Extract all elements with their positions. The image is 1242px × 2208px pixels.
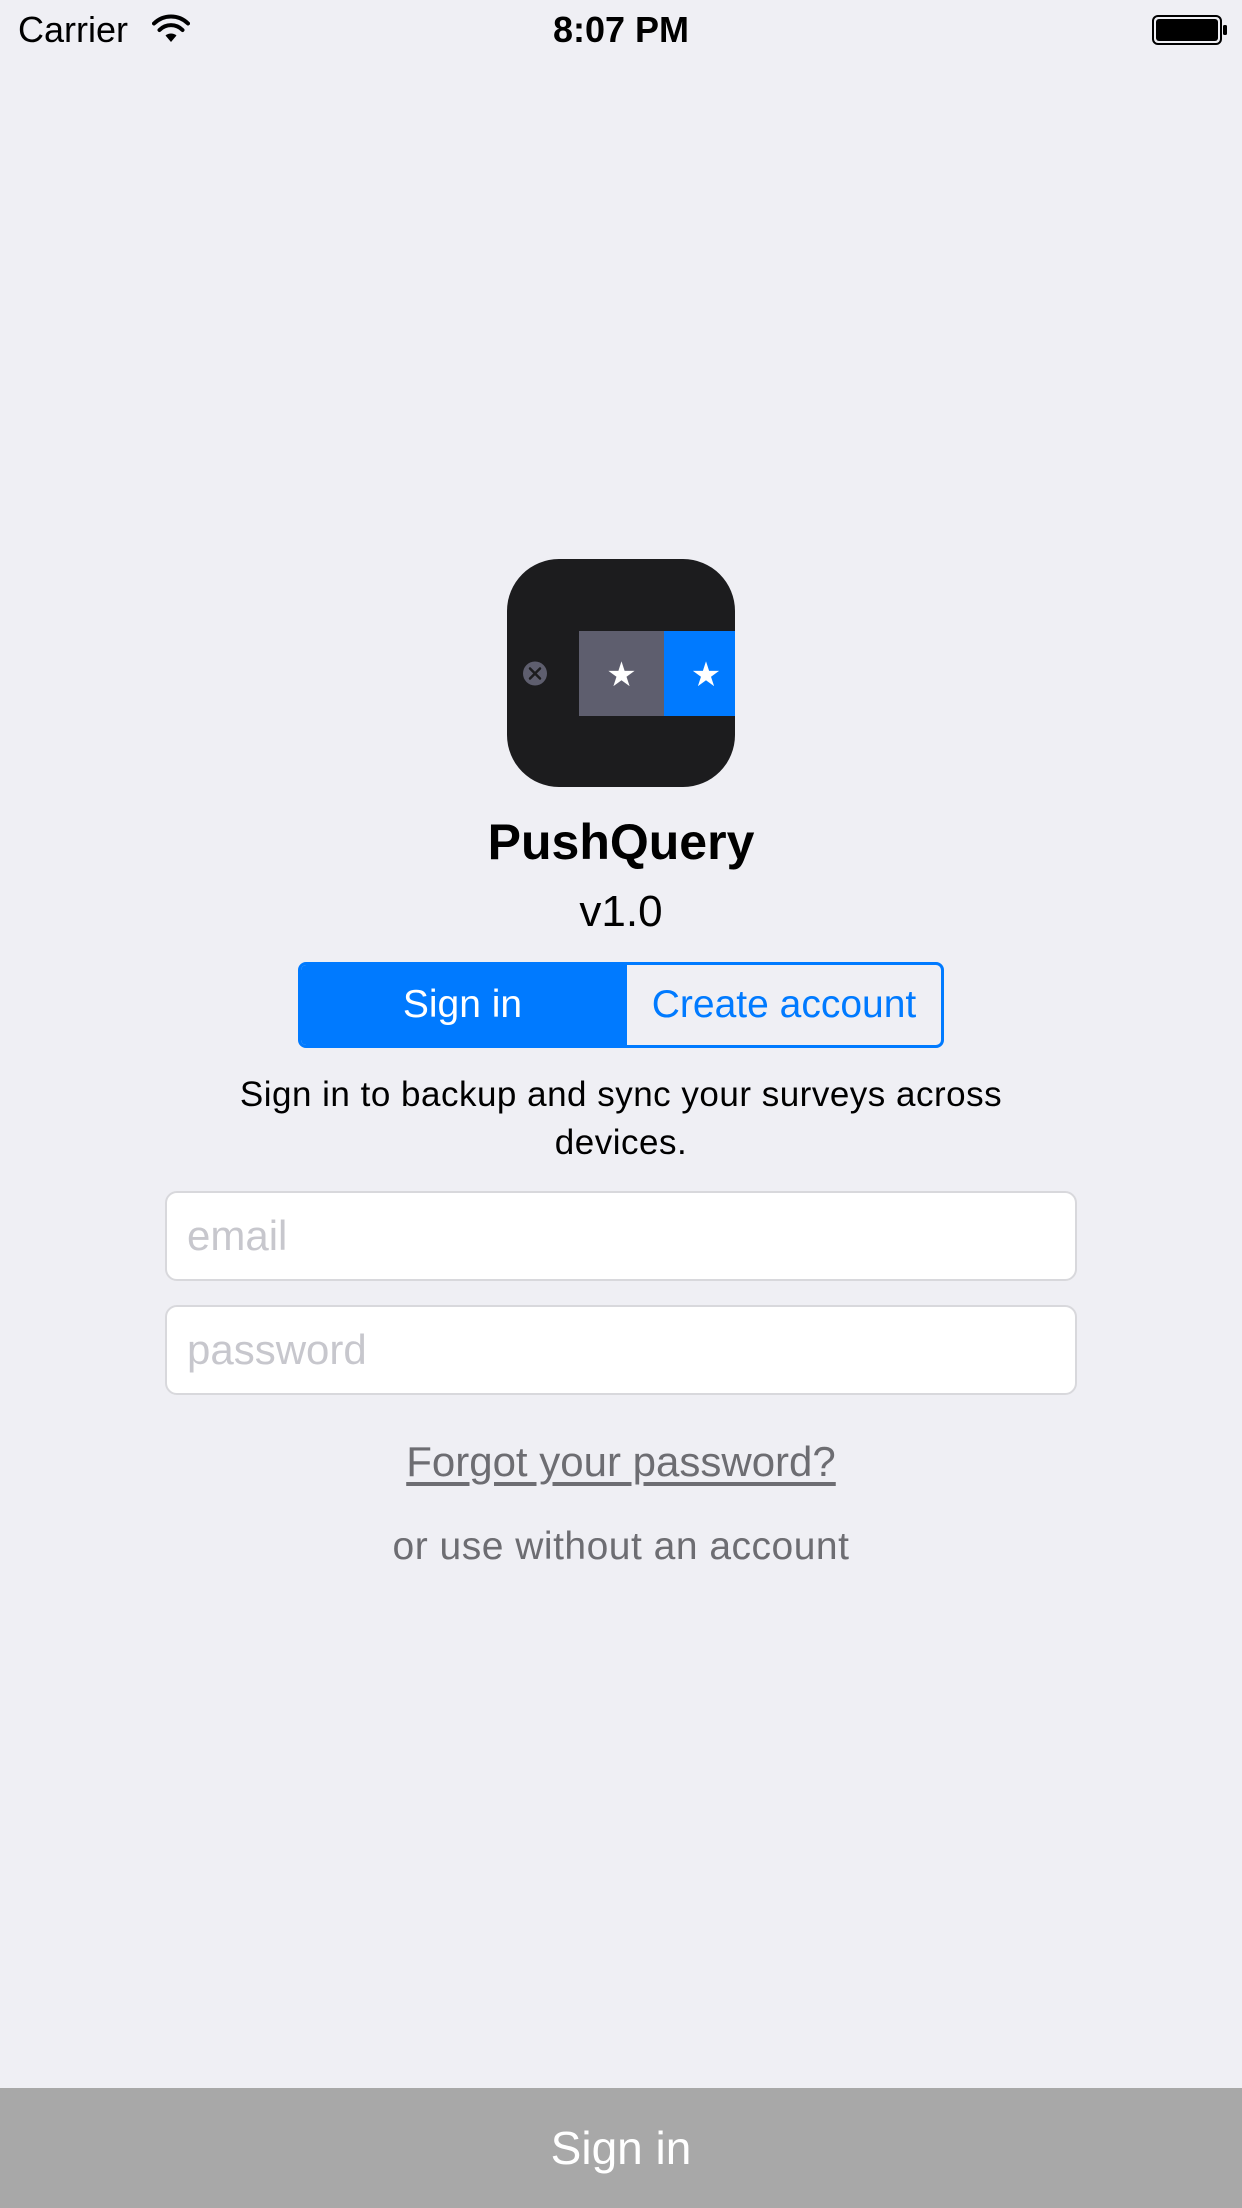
forgot-password-link[interactable]: Forgot your password? xyxy=(0,1436,1242,1488)
app-name: PushQuery xyxy=(487,814,755,870)
battery-full-icon xyxy=(1152,15,1227,45)
svg-text:★: ★ xyxy=(606,655,636,695)
sign-in-description: Sign in to backup and sync your surveys … xyxy=(239,1075,1003,1162)
status-time: 8:07 PM xyxy=(552,9,690,50)
auth-mode-segmented-control: Sign in Create account xyxy=(298,962,944,1048)
use-without-account-link[interactable]: or use without an account xyxy=(0,1522,1242,1572)
email-field[interactable] xyxy=(165,1191,1077,1281)
sign-in-button[interactable]: Sign in xyxy=(0,2088,1242,2208)
segment-create-account[interactable]: Create account xyxy=(624,965,941,1045)
app-version: v1.0 xyxy=(579,887,663,936)
svg-text:★: ★ xyxy=(691,655,721,695)
status-bar: Carrier 8:07 PM xyxy=(0,0,1242,60)
segment-sign-in[interactable]: Sign in xyxy=(301,965,624,1045)
password-field[interactable] xyxy=(165,1305,1077,1395)
app-logo-icon: ★ ★ xyxy=(507,559,735,787)
